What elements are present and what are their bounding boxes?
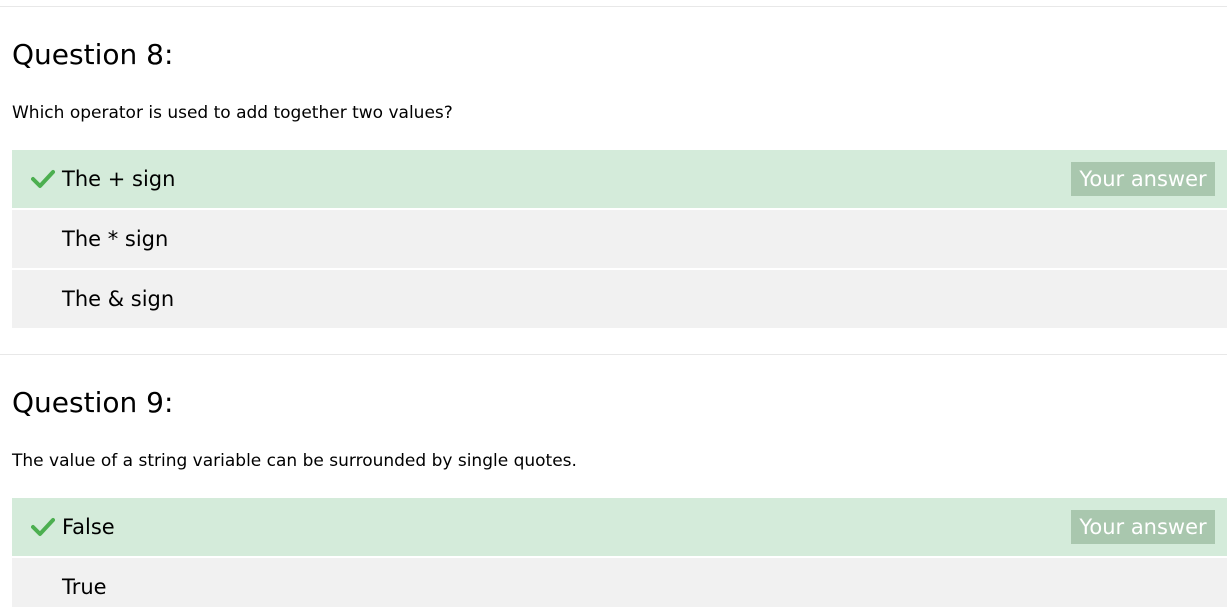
answer-option-correct[interactable]: The + sign Your answer	[12, 150, 1227, 208]
answer-option-correct[interactable]: False Your answer	[12, 498, 1227, 556]
checkmark-icon	[31, 170, 55, 188]
checkmark-icon	[31, 518, 55, 536]
your-answer-badge: Your answer	[1071, 162, 1215, 196]
your-answer-badge: Your answer	[1071, 510, 1215, 544]
answer-label: The & sign	[62, 287, 175, 311]
question-text: The value of a string variable can be su…	[12, 451, 577, 471]
answer-option[interactable]: True	[12, 558, 1227, 607]
answer-label: The + sign	[62, 167, 176, 191]
question-title: Question 9:	[12, 386, 174, 419]
answer-label: True	[62, 575, 107, 599]
section-divider	[0, 354, 1227, 355]
question-title: Question 8:	[12, 38, 174, 71]
answer-label: The * sign	[62, 227, 169, 251]
answer-label: False	[62, 515, 115, 539]
section-divider	[0, 6, 1227, 7]
question-text: Which operator is used to add together t…	[12, 103, 453, 123]
answer-option[interactable]: The * sign	[12, 210, 1227, 268]
answer-option[interactable]: The & sign	[12, 270, 1227, 328]
